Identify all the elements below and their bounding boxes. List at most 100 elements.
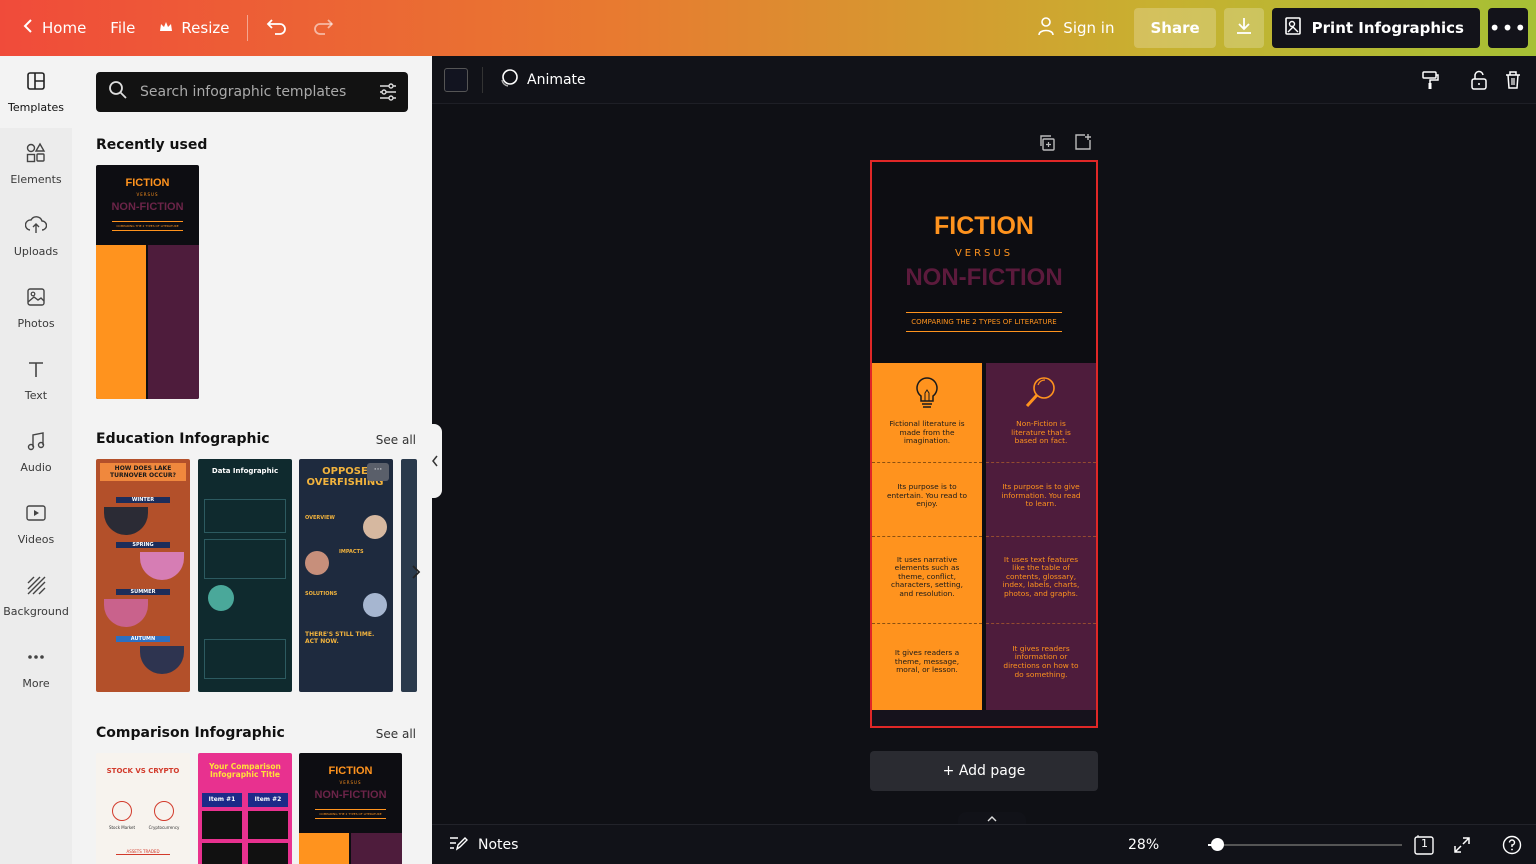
background-icon <box>25 574 47 599</box>
template-options-button[interactable]: ··· <box>367 463 389 481</box>
infographic-design-page[interactable]: FICTION VERSUS NON-FICTION COMPARING THE… <box>870 160 1098 728</box>
filter-icon[interactable] <box>378 82 398 106</box>
chevron-right-icon <box>412 565 421 579</box>
lock-button[interactable] <box>1470 70 1488 94</box>
comparison-see-all-link[interactable]: See all <box>376 727 416 741</box>
redo-button[interactable] <box>300 8 346 48</box>
thumb-right-column <box>148 245 199 399</box>
thumb-block <box>204 539 286 579</box>
fullscreen-button[interactable] <box>1452 835 1472 859</box>
background-color-swatch[interactable] <box>444 67 468 92</box>
chevron-up-icon <box>987 816 997 822</box>
thumb-photo <box>305 551 329 575</box>
recent-template-thumb[interactable]: FICTION VERSUS NON-FICTION COMPARING THE… <box>96 165 199 399</box>
rail-label: Videos <box>17 533 55 546</box>
notes-button[interactable]: Notes <box>448 834 518 856</box>
non-fiction-point[interactable]: Non-Fiction is literature that is based … <box>986 413 1096 453</box>
thumb-block <box>202 811 242 839</box>
design-subtitle[interactable]: COMPARING THE 2 TYPES OF LITERATURE <box>906 312 1062 332</box>
page-count-button[interactable]: 1 <box>1412 835 1436 859</box>
rail-text[interactable]: Text <box>0 344 72 416</box>
top-bar-right: Sign in Share Print Infographics ••• <box>1025 8 1536 48</box>
download-button[interactable] <box>1223 8 1264 48</box>
thumb-block <box>248 843 288 864</box>
rail-elements[interactable]: Elements <box>0 128 72 200</box>
uploads-icon <box>24 214 48 239</box>
thumb-lake-title: HOW DOES LAKE TURNOVER OCCUR? <box>100 463 186 481</box>
thumb-block <box>248 811 288 839</box>
data-infographic-template-thumb[interactable]: Data Infographic <box>198 459 292 692</box>
non-fiction-column[interactable]: Non-Fiction is literature that is based … <box>986 363 1096 710</box>
oppose-overfishing-template-thumb[interactable]: OPPOSE OVERFISHING OVERVIEW IMPACTS SOLU… <box>299 459 393 692</box>
thumb-right-column <box>351 833 402 864</box>
thumb-data-title: Data Infographic <box>211 467 279 475</box>
rail-templates[interactable]: Templates <box>0 56 72 128</box>
animate-button[interactable]: Animate <box>499 68 586 92</box>
home-button[interactable]: Home <box>10 8 98 48</box>
education-title: Education Infographic <box>96 431 270 447</box>
trash-icon <box>1506 71 1520 89</box>
home-label: Home <box>42 19 87 37</box>
carousel-next-button[interactable] <box>404 564 428 588</box>
non-fiction-point[interactable]: Its purpose is to give information. You … <box>986 465 1096 527</box>
fiction-column[interactable]: Fictional literature is made from the im… <box>872 363 982 710</box>
rail-more[interactable]: More <box>0 632 72 704</box>
sign-in-button[interactable]: Sign in <box>1025 8 1126 48</box>
lake-turnover-template-thumb[interactable]: HOW DOES LAKE TURNOVER OCCUR? WINTER SPR… <box>96 459 190 692</box>
comparison-title-template-thumb[interactable]: Your Comparison Infographic Title Item #… <box>198 753 292 864</box>
rail-audio[interactable]: Audio <box>0 416 72 488</box>
delete-button[interactable] <box>1504 70 1522 94</box>
magnifying-glass-icon <box>1024 375 1058 413</box>
more-options-button[interactable]: ••• <box>1488 8 1528 48</box>
rail-background[interactable]: Background <box>0 560 72 632</box>
add-page-button[interactable]: + Add page <box>870 751 1098 791</box>
help-button[interactable] <box>1502 835 1522 859</box>
file-menu-button[interactable]: File <box>98 8 147 48</box>
stock-vs-crypto-template-thumb[interactable]: STOCK VS CRYPTO Stock Market Cryptocurre… <box>96 753 190 864</box>
collapse-panel-button[interactable] <box>428 424 442 498</box>
print-infographics-button[interactable]: Print Infographics <box>1271 8 1480 48</box>
thumb-versus: VERSUS <box>339 780 362 785</box>
fiction-point[interactable]: It gives readers a theme, message, moral… <box>872 627 982 697</box>
paint-roller-icon <box>1422 71 1439 89</box>
fiction-comparison-template-thumb[interactable]: FICTION VERSUS NON-FICTION COMPARING THE… <box>299 753 402 864</box>
lightbulb-icon <box>913 375 941 415</box>
design-title[interactable]: FICTION <box>872 212 1096 241</box>
templates-icon <box>25 70 47 95</box>
non-fiction-point[interactable]: It gives readers information or directio… <box>986 627 1096 697</box>
zoom-slider-knob[interactable] <box>1210 838 1224 851</box>
canvas-toolbar: Animate <box>432 56 1536 104</box>
share-label: Share <box>1150 19 1200 37</box>
rail-uploads[interactable]: Uploads <box>0 200 72 272</box>
thumb-lake-shape <box>104 507 148 535</box>
recently-used-title: Recently used <box>96 137 208 153</box>
undo-button[interactable] <box>254 8 300 48</box>
page-count: 1 <box>1421 837 1428 850</box>
resize-button[interactable]: Resize <box>147 8 241 48</box>
rail-videos[interactable]: Videos <box>0 488 72 560</box>
rail-label: Background <box>3 605 69 618</box>
thumb-item: Item #2 <box>248 793 288 807</box>
non-fiction-point[interactable]: It uses text features like the table of … <box>986 539 1096 615</box>
redo-icon <box>312 17 334 39</box>
fiction-point[interactable]: Its purpose is to entertain. You read to… <box>872 465 982 527</box>
thumb-subtitle: COMPARING THE 2 TYPES OF LITERATURE <box>315 809 386 819</box>
fiction-point[interactable]: It uses narrative elements such as theme… <box>872 539 982 615</box>
search-input[interactable]: Search infographic templates <box>96 72 408 112</box>
add-page-icon-button[interactable] <box>1074 133 1092 155</box>
duplicate-page-button[interactable] <box>1038 134 1056 156</box>
thumb-block <box>204 499 286 533</box>
share-button[interactable]: Share <box>1134 8 1216 48</box>
zoom-slider[interactable] <box>1208 838 1402 851</box>
design-versus[interactable]: VERSUS <box>872 248 1096 259</box>
education-see-all-link[interactable]: See all <box>376 433 416 447</box>
zoom-level[interactable]: 28% <box>1128 837 1159 853</box>
elements-icon <box>25 142 47 167</box>
rail-photos[interactable]: Photos <box>0 272 72 344</box>
undo-icon <box>266 17 288 39</box>
thumb-label: Stock Market <box>108 825 136 830</box>
copy-style-button[interactable] <box>1420 70 1440 94</box>
fiction-point[interactable]: Fictional literature is made from the im… <box>872 413 982 453</box>
notes-label: Notes <box>478 836 519 853</box>
design-title2[interactable]: NON-FICTION <box>872 264 1096 292</box>
